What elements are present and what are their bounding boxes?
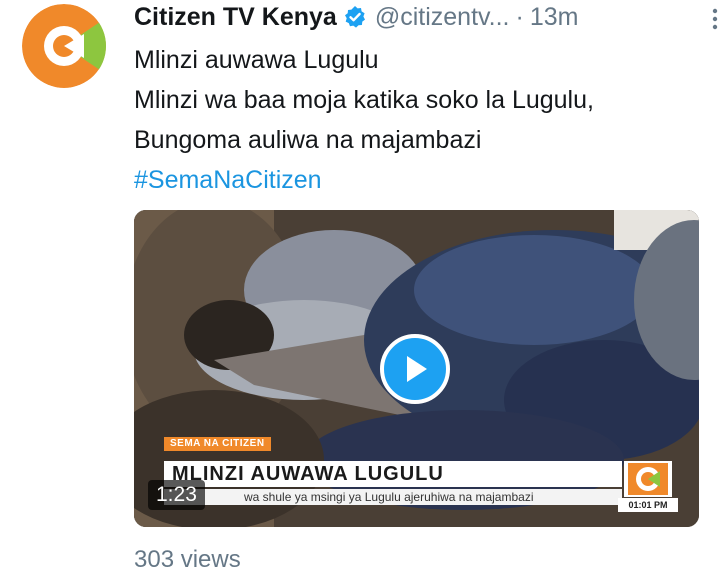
more-options-icon[interactable]: [712, 8, 718, 30]
channel-logo: [624, 461, 672, 497]
tweet-text-line: Mlinzi wa baa moja katika soko la Lugulu…: [134, 86, 594, 114]
tweet-timestamp[interactable]: 13m: [530, 3, 579, 32]
broadcast-ticker: wa shule ya msingi ya Lugulu ajeruhiwa n…: [164, 489, 622, 505]
video-duration: 1:23: [148, 480, 205, 510]
hashtag-link[interactable]: #SemaNaCitizen: [134, 160, 714, 200]
author-avatar[interactable]: [22, 4, 106, 88]
tweet-text-line: Mlinzi auwawa Lugulu: [134, 46, 379, 74]
tweet-text-line: Bungoma auliwa na majambazi: [134, 126, 482, 154]
tweet-text: Mlinzi auwawa Lugulu Mlinzi wa baa moja …: [134, 40, 714, 200]
citizen-logo-icon: [628, 463, 668, 495]
separator-dot: ·: [515, 2, 524, 31]
play-button[interactable]: [380, 334, 450, 404]
broadcast-strap-label: SEMA NA CITIZEN: [164, 437, 271, 451]
author-handle[interactable]: @citizentv...: [375, 3, 510, 32]
author-name[interactable]: Citizen TV Kenya: [134, 3, 337, 32]
tweet-header: Citizen TV Kenya @citizentv... · 13m: [134, 0, 704, 34]
play-icon: [407, 356, 427, 382]
broadcast-clock: 01:01 PM: [618, 498, 678, 512]
view-count: 303 views: [134, 546, 241, 573]
video-player[interactable]: SEMA NA CITIZEN MLINZI AUWAWA LUGULU wa …: [134, 210, 699, 527]
broadcast-headline: MLINZI AUWAWA LUGULU: [164, 461, 622, 487]
verified-badge-icon: [343, 5, 367, 29]
citizen-logo-icon: [22, 4, 106, 88]
